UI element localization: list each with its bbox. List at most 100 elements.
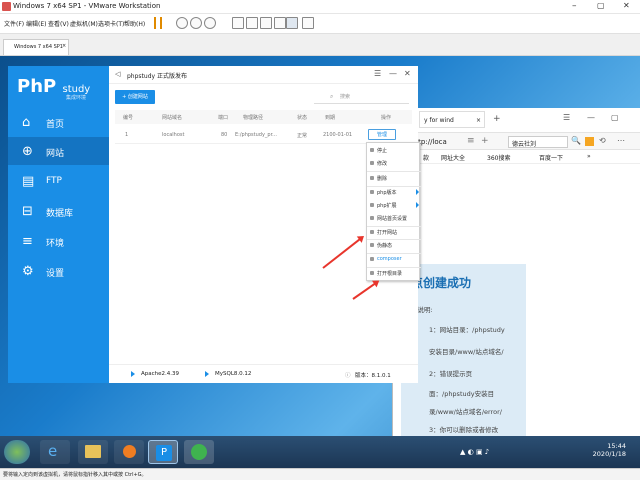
menu-item-edit[interactable]: 修改 <box>367 157 421 170</box>
composer-icon <box>370 257 374 261</box>
gear-icon: ⚙ <box>22 264 34 279</box>
bookmark-item[interactable]: 360搜索 <box>487 153 510 162</box>
revert-icon[interactable] <box>190 17 202 29</box>
col-path: 物理路径 <box>243 115 264 121</box>
create-site-button[interactable]: + 创建网站 <box>115 90 155 104</box>
nav-environment[interactable]: ≡ 环境 <box>8 227 109 255</box>
start-button[interactable] <box>4 440 30 464</box>
stretch-icon[interactable] <box>274 17 286 29</box>
menu-item-open-site[interactable]: 打开网站 <box>367 226 421 239</box>
menu-edit[interactable]: 编辑(E) <box>26 19 46 28</box>
nav-settings[interactable]: ⚙ 设置 <box>8 257 109 285</box>
page-content: 点创建成功 录说明: 1：网站目录：/phpstudy 安装目录/www/站点域… <box>401 264 526 436</box>
search-placeholder: 搜索 <box>340 94 351 100</box>
database-icon: ⊟ <box>22 204 33 219</box>
search-input[interactable]: 德云社刘 <box>508 136 568 148</box>
menu-item-rewrite[interactable]: 伪静态 <box>367 239 421 252</box>
browser-restore-icon[interactable]: ▢ <box>611 113 619 122</box>
close-icon[interactable]: ✕ <box>404 69 411 78</box>
snapshot-icon[interactable] <box>176 17 188 29</box>
close-button[interactable]: ✕ <box>623 1 630 10</box>
browser-tab[interactable]: y for wind × <box>419 111 485 128</box>
menu-item-php-version[interactable]: php版本 <box>367 186 421 199</box>
menu-item-php-ext[interactable]: php扩展 <box>367 199 421 212</box>
home-icon: ⌂ <box>22 115 31 130</box>
folder-icon <box>370 271 374 275</box>
col-id: 编号 <box>123 115 134 121</box>
vm-tab-bar: Windows 7 x64 SP1 × <box>0 34 640 56</box>
open-site-icon <box>370 230 374 234</box>
menu-icon[interactable]: ☰ <box>374 69 381 78</box>
menu-item-delete[interactable]: 删除 <box>367 172 421 185</box>
site-search-input[interactable]: ⌕ 搜索 <box>314 90 409 104</box>
explorer-icon[interactable] <box>78 440 108 464</box>
tray-icons[interactable]: ▲ ◐ ▣ ♪ <box>460 448 489 456</box>
menu-vm[interactable]: 虚拟机(M) <box>70 19 98 28</box>
manage-button[interactable]: 管理 <box>368 129 396 140</box>
nav-database[interactable]: ⊟ 数据库 <box>8 197 109 225</box>
add-icon[interactable]: + <box>481 136 489 146</box>
terminal-icon[interactable] <box>286 17 298 29</box>
undo-icon[interactable]: ⟲ <box>599 136 606 145</box>
bookmark-item[interactable]: 百度一下 <box>539 153 563 162</box>
menu-file[interactable]: 文件(F) <box>4 19 24 28</box>
vm-tab-close-icon[interactable]: × <box>62 43 66 49</box>
browser-taskbar-icon[interactable] <box>184 440 214 464</box>
content-line: 1：网站目录：/phpstudy <box>429 326 505 334</box>
window-title: Windows 7 x64 SP1 - VMware Workstation <box>13 2 161 10</box>
minimize-icon[interactable]: — <box>389 69 397 78</box>
menu-item-composer[interactable]: composer <box>367 253 421 266</box>
menu-bar: 文件(F) 编辑(E) 查看(V) 虚拟机(M) 选项卡(T) 帮助(H) <box>0 14 640 34</box>
system-clock[interactable]: 15:44 2020/1/18 <box>593 442 626 458</box>
browser-minimize-icon[interactable]: — <box>587 113 595 122</box>
browser-menu-icon[interactable]: ☰ <box>563 113 570 122</box>
phpstudy-title: phpstudy 正式版发布 <box>127 73 187 80</box>
window-titlebar: Windows 7 x64 SP1 - VMware Workstation –… <box>0 0 640 14</box>
nav-home[interactable]: ⌂ 首页 <box>8 108 109 136</box>
more-icon[interactable]: ⋯ <box>617 136 625 145</box>
nav-website[interactable]: ⊕ 网站 <box>8 137 109 165</box>
logo-subtitle: 集成环境 <box>66 95 87 101</box>
pause-icon[interactable] <box>154 17 162 29</box>
bookmark-item[interactable]: 网址大全 <box>441 153 465 162</box>
cell-port: 80 <box>221 132 228 138</box>
menu-item-stop[interactable]: 停止 <box>367 144 421 157</box>
search-go-icon[interactable]: 🔍 <box>571 136 581 145</box>
bookmark-item[interactable]: 款 <box>423 153 429 162</box>
minimize-button[interactable]: – <box>572 1 577 11</box>
clock-date: 2020/1/18 <box>592 450 626 458</box>
stop-icon <box>370 148 374 152</box>
media-player-icon[interactable] <box>114 440 144 464</box>
apps-icon[interactable] <box>585 137 594 146</box>
menu-view[interactable]: 查看(V) <box>48 19 69 28</box>
address-dropdown-icon[interactable]: ≡ <box>467 136 475 146</box>
view-mode-icon[interactable] <box>302 17 314 29</box>
new-tab-icon[interactable]: + <box>493 114 501 124</box>
nav-ftp[interactable]: ▤ FTP <box>8 167 109 195</box>
vm-tab[interactable]: Windows 7 x64 SP1 × <box>3 39 69 55</box>
fullscreen-icon[interactable] <box>232 17 244 29</box>
status-text: 要将输入定向到该虚拟机，请将鼠标指针移入其中或按 Ctrl+G。 <box>3 472 147 478</box>
content-line: 3：你可以删除或者修改 <box>429 426 499 434</box>
mysql-label: MySQL8.0.12 <box>215 371 252 377</box>
maximize-button[interactable]: ▢ <box>597 1 605 10</box>
phpstudy-taskbar-icon[interactable]: P <box>148 440 178 464</box>
sliders-icon: ≡ <box>22 234 33 249</box>
col-action: 操作 <box>381 115 392 121</box>
console-view-icon[interactable] <box>260 17 272 29</box>
submenu-arrow-icon <box>416 202 419 208</box>
browser-tab-close-icon[interactable]: × <box>476 117 481 124</box>
bookmark-more[interactable]: » <box>587 153 591 160</box>
unity-icon[interactable] <box>246 17 258 29</box>
menu-item-homepage-settings[interactable]: 网站首页设置 <box>367 212 421 225</box>
menu-help[interactable]: 帮助(H) <box>124 19 145 28</box>
content-line: 安装目录/www/站点域名/ <box>429 348 504 356</box>
apache-start-icon[interactable] <box>131 371 135 377</box>
ie-icon[interactable]: e <box>40 440 70 464</box>
manage-snapshot-icon[interactable] <box>204 17 216 29</box>
menu-tabs[interactable]: 选项卡(T) <box>98 19 124 28</box>
mysql-start-icon[interactable] <box>205 371 209 377</box>
col-expire: 到期 <box>325 115 336 121</box>
vmware-app-icon <box>2 2 11 11</box>
trash-icon <box>370 176 374 180</box>
